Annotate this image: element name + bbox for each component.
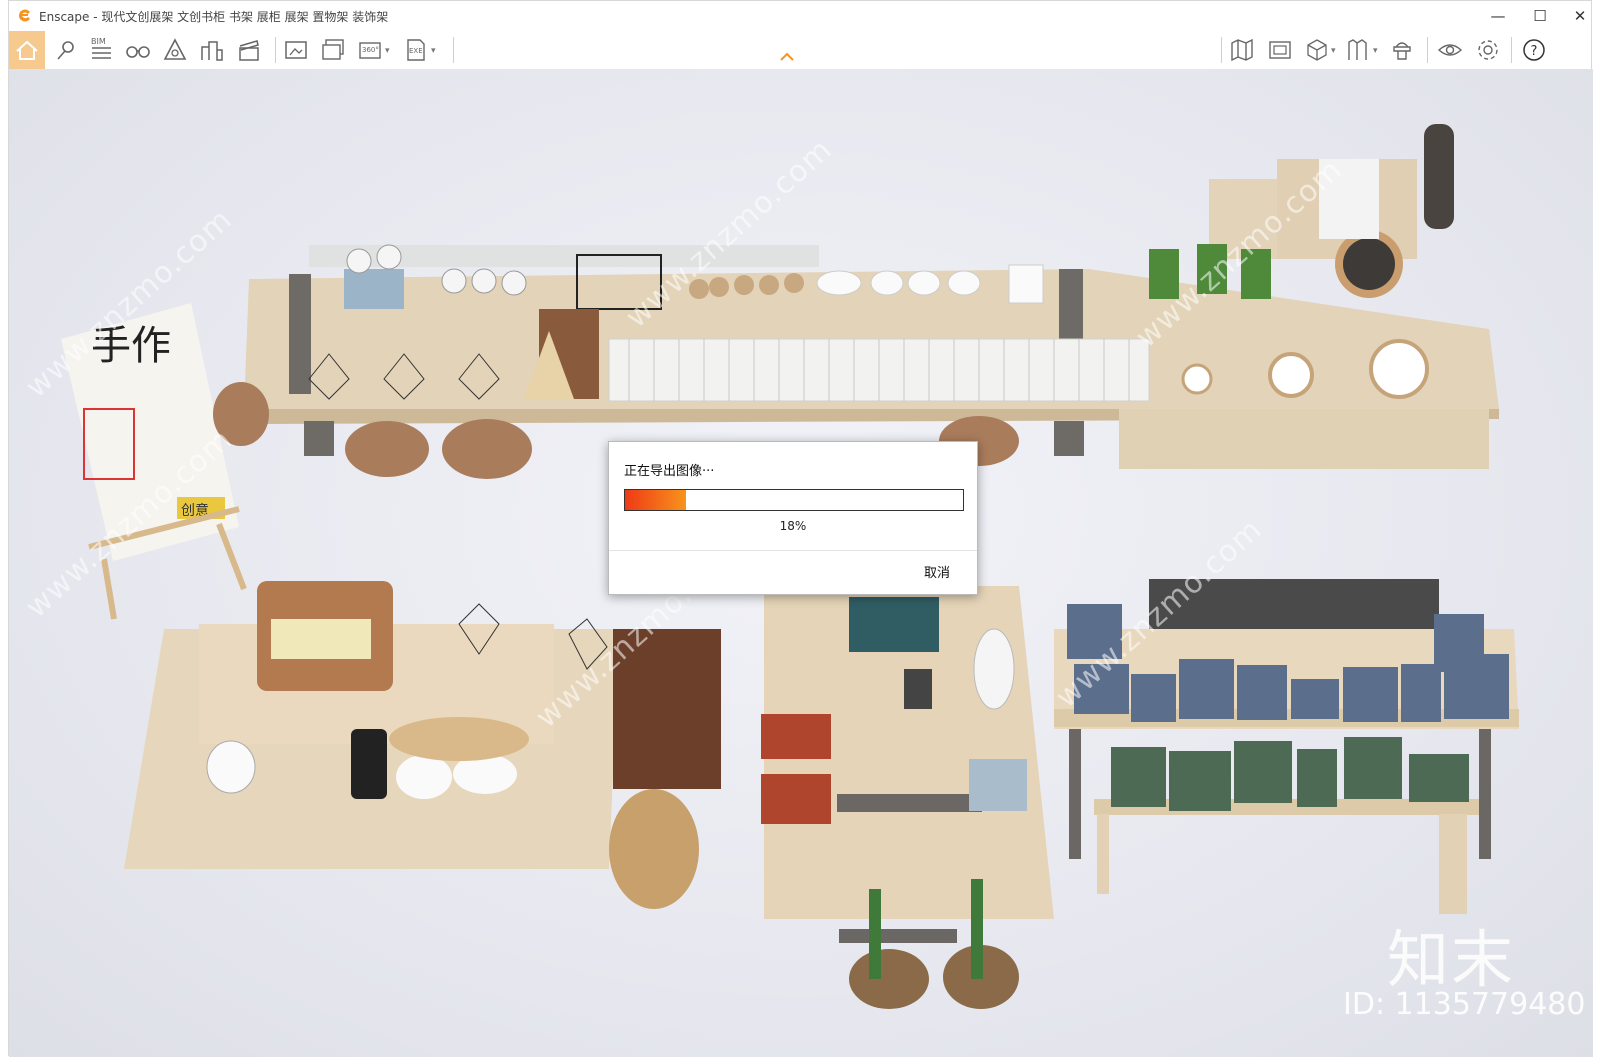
help-icon[interactable]: ? <box>1521 37 1547 63</box>
id-watermark: ID: 1135779480 <box>1343 987 1586 1022</box>
toolbar-separator <box>1427 37 1428 63</box>
window-title: Enscape - 现代文创展架 文创书柜 书架 展柜 展架 置物架 装饰架 <box>39 10 389 24</box>
enscape-window: Enscape - 现代文创展架 文创书柜 书架 展柜 展架 置物架 装饰架 —… <box>8 0 1593 1057</box>
toolbar-separator <box>1511 37 1512 63</box>
progress-bar <box>624 489 964 511</box>
cube-icon[interactable] <box>1304 37 1330 63</box>
material-editor-icon[interactable] <box>1389 37 1415 63</box>
export-progress-dialog: 正在导出图像··· 18% 取消 <box>608 441 978 595</box>
export-exe-button[interactable]: EXE <box>403 37 429 63</box>
visual-settings-icon[interactable] <box>1437 37 1463 63</box>
progress-percent: 18% <box>779 519 807 533</box>
collapse-chevron-up-icon[interactable] <box>779 51 795 63</box>
maximize-button[interactable]: ☐ <box>1525 5 1555 27</box>
panorama-button[interactable]: 360° <box>357 37 383 63</box>
home-button[interactable] <box>9 31 45 69</box>
minimize-button[interactable]: — <box>1483 5 1513 27</box>
home-icon <box>16 40 38 60</box>
toolbar-separator <box>275 37 276 63</box>
cancel-button[interactable]: 取消 <box>909 563 965 585</box>
screenshot-icon[interactable] <box>283 37 309 63</box>
bim-button[interactable]: BIM <box>89 37 115 63</box>
clapper-icon[interactable] <box>236 37 262 63</box>
dialog-title: 正在导出图像··· <box>624 464 715 479</box>
brand-watermark: 知末 <box>1387 923 1516 996</box>
dialog-divider <box>609 550 977 551</box>
chevron-down-icon[interactable]: ▾ <box>1373 46 1378 56</box>
close-button[interactable]: ✕ <box>1565 5 1595 27</box>
title-bar: Enscape - 现代文创展架 文创书柜 书架 展柜 展架 置物架 装饰架 —… <box>9 1 1591 31</box>
atmosphere-icon[interactable] <box>162 37 188 63</box>
toolbar-separator <box>453 37 454 63</box>
buildings-icon[interactable] <box>199 37 225 63</box>
svg-text:?: ? <box>1531 44 1538 59</box>
chevron-down-icon[interactable]: ▾ <box>1331 46 1336 56</box>
progress-fill <box>625 490 686 510</box>
batch-render-icon[interactable] <box>320 37 346 63</box>
binoculars-icon[interactable] <box>125 37 151 63</box>
location-icon[interactable] <box>53 37 79 63</box>
chevron-down-icon[interactable]: ▾ <box>431 46 436 56</box>
chevron-down-icon[interactable]: ▾ <box>385 46 390 56</box>
asset-library-icon[interactable] <box>1345 37 1371 63</box>
map-icon[interactable] <box>1229 37 1255 63</box>
settings-icon[interactable] <box>1475 37 1501 63</box>
middle-narrow-table <box>761 586 1054 1009</box>
toolbar: BIM 360° ▾ EXE ▾ ▾ ▾ ? <box>9 31 1591 69</box>
toolbar-separator <box>1221 37 1222 63</box>
enscape-logo-icon <box>19 9 30 22</box>
minimap-icon[interactable] <box>1267 37 1293 63</box>
